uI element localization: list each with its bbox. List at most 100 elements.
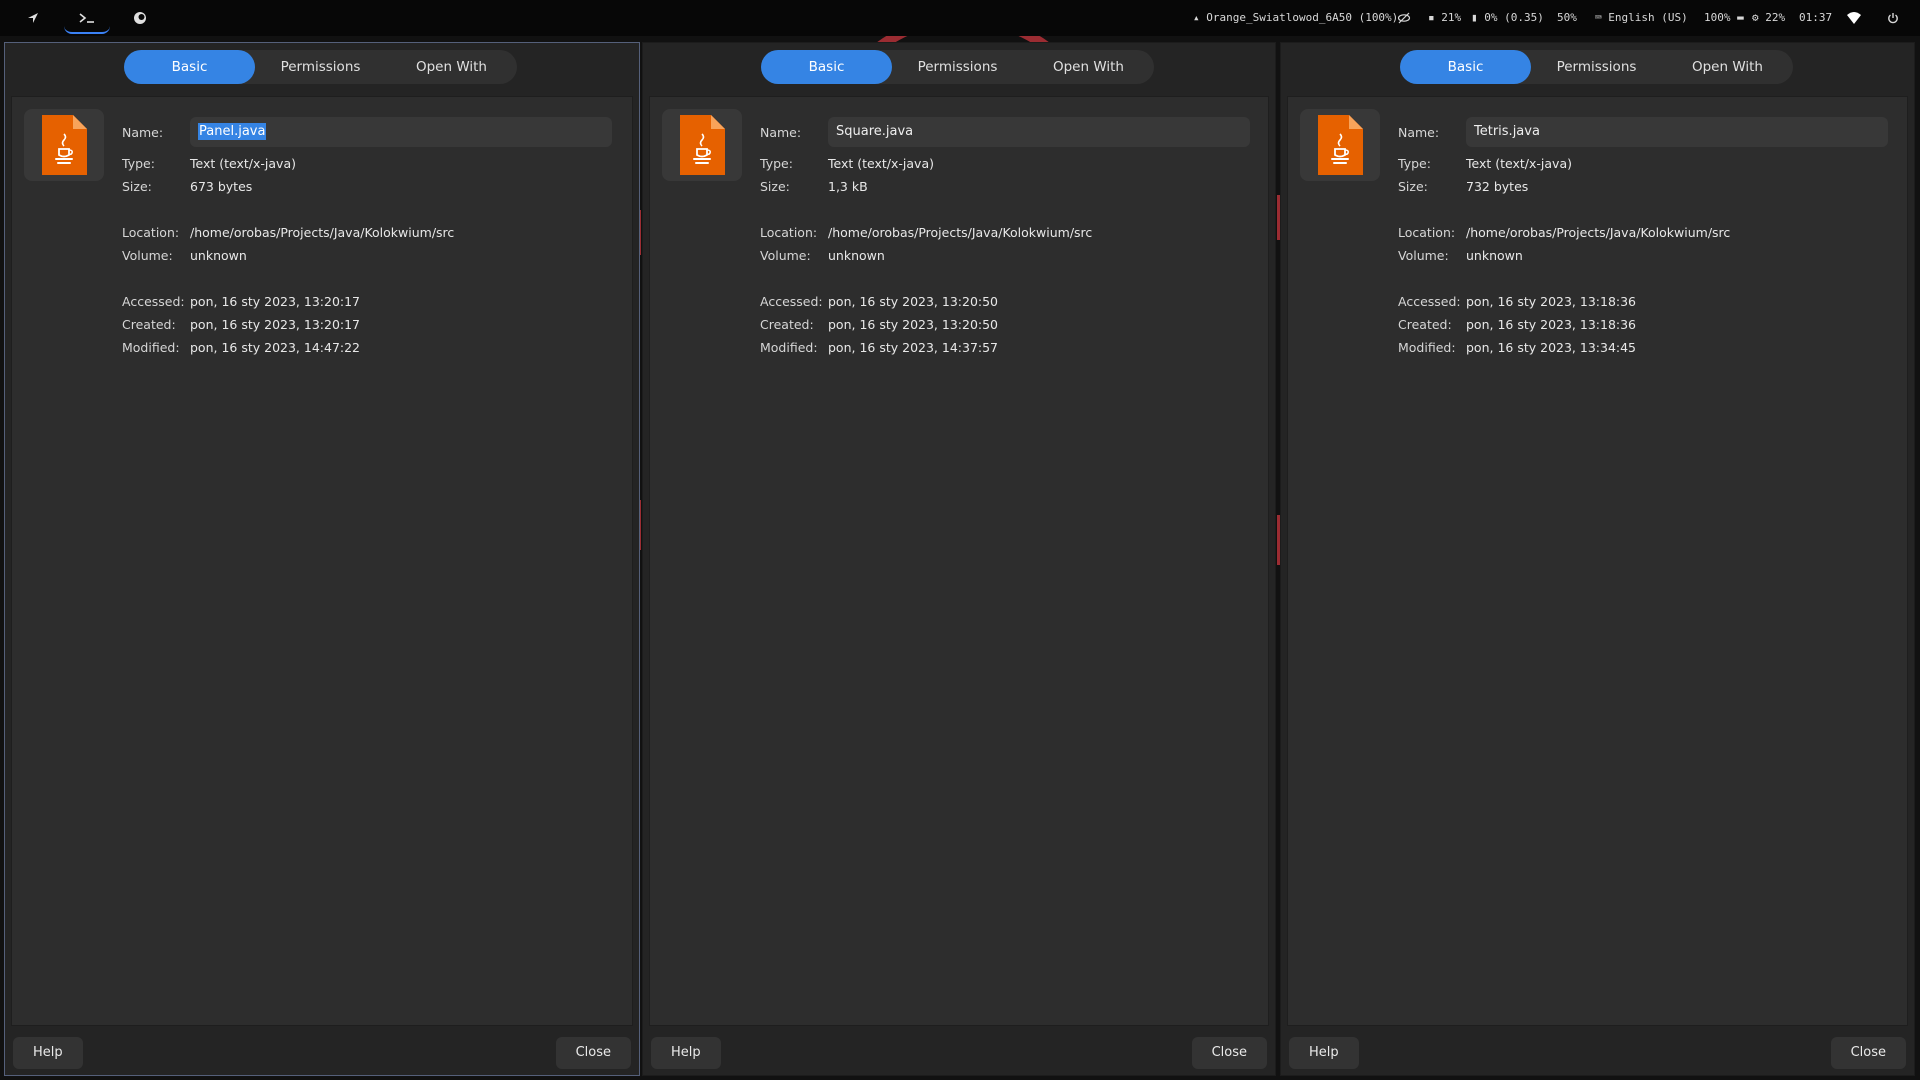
file-icon — [1300, 109, 1380, 181]
network-indicator[interactable]: ▴ Orange_Swiatlowod_6A50 (100%) — [1193, 0, 1398, 36]
accessed-label: Accessed: — [1398, 294, 1461, 309]
tab-basic[interactable]: Basic — [1400, 50, 1531, 84]
memory-indicator[interactable]: ▮ 0% (0.35) — [1471, 0, 1544, 36]
name-field[interactable]: Tetris.java — [1466, 117, 1888, 147]
modified-row: Modified: pon, 16 sty 2023, 14:47:22 — [122, 340, 360, 356]
power-icon — [1888, 13, 1898, 24]
location-value[interactable]: /home/orobas/Projects/Java/Kolokwium/src — [828, 225, 1092, 240]
size-value: 673 bytes — [190, 179, 253, 194]
volume-indicator[interactable]: 100% ▬ — [1704, 0, 1744, 36]
keyboard-layout-indicator[interactable]: ⌨ English (US) — [1595, 0, 1688, 36]
location-row: Location: /home/orobas/Projects/Java/Kolo… — [122, 225, 454, 241]
name-row: Name: — [122, 125, 190, 141]
volume-value: unknown — [1466, 248, 1523, 263]
volume-row: Volume: unknown — [122, 248, 247, 264]
tab-permissions[interactable]: Permissions — [1531, 50, 1662, 84]
location-label: Location: — [1398, 225, 1456, 240]
modified-row: Modified: pon, 16 sty 2023, 13:34:45 — [1398, 340, 1636, 356]
java-file-icon — [1318, 115, 1363, 175]
tab-bar: Basic Permissions Open With — [1400, 50, 1793, 84]
type-value: Text (text/x-java) — [1466, 156, 1572, 171]
file-icon — [24, 109, 104, 181]
tab-bar: Basic Permissions Open With — [124, 50, 517, 84]
size-row: Size: 1,3 kB — [760, 179, 868, 195]
clock[interactable]: 01:37 — [1799, 0, 1832, 36]
type-value: Text (text/x-java) — [190, 156, 296, 171]
help-button[interactable]: Help — [13, 1037, 83, 1069]
close-button[interactable]: Close — [1191, 1037, 1267, 1069]
file-icon — [662, 109, 742, 181]
volume-label: Volume: — [122, 248, 173, 263]
tab-open-with[interactable]: Open With — [386, 50, 517, 84]
size-label: Size: — [760, 179, 790, 194]
type-label: Type: — [122, 156, 155, 171]
accessed-value: pon, 16 sty 2023, 13:20:17 — [190, 294, 361, 309]
created-value: pon, 16 sty 2023, 13:18:36 — [1466, 317, 1637, 332]
tab-basic[interactable]: Basic — [124, 50, 255, 84]
tab-permissions[interactable]: Permissions — [255, 50, 386, 84]
tab-open-with[interactable]: Open With — [1662, 50, 1793, 84]
name-label: Name: — [1398, 125, 1440, 140]
memory-usage: 0% (0.35) — [1484, 11, 1544, 24]
browser-icon — [134, 12, 146, 24]
volume-row: Volume: unknown — [760, 248, 885, 264]
name-label: Name: — [122, 125, 164, 140]
close-button[interactable]: Close — [555, 1037, 631, 1069]
location-row: Location: /home/orobas/Projects/Java/Kolo… — [1398, 225, 1730, 241]
accessed-label: Accessed: — [122, 294, 185, 309]
properties-dialog-tetris: Basic Permissions Open With Name: Tetris… — [1280, 42, 1915, 1076]
wifi-indicator[interactable] — [1847, 0, 1861, 36]
location-value[interactable]: /home/orobas/Projects/Java/Kolokwium/src — [190, 225, 454, 240]
workspace-launcher[interactable] — [10, 4, 56, 32]
modified-label: Modified: — [1398, 340, 1456, 355]
volume-bar-icon: ▬ — [1737, 11, 1744, 24]
location-row: Location: /home/orobas/Projects/Java/Kolo… — [760, 225, 1092, 241]
created-label: Created: — [760, 317, 814, 332]
tab-open-with[interactable]: Open With — [1023, 50, 1154, 84]
wifi-icon — [1847, 12, 1861, 24]
type-value: Text (text/x-java) — [828, 156, 934, 171]
tab-permissions[interactable]: Permissions — [892, 50, 1023, 84]
terminal-icon — [79, 13, 94, 23]
close-button[interactable]: Close — [1830, 1037, 1906, 1069]
accessed-row: Accessed: pon, 16 sty 2023, 13:18:36 — [1398, 294, 1636, 310]
created-value: pon, 16 sty 2023, 13:20:50 — [828, 317, 999, 332]
java-file-icon — [42, 115, 87, 175]
workspace-browser[interactable] — [117, 4, 163, 32]
accessed-row: Accessed: pon, 16 sty 2023, 13:20:50 — [760, 294, 998, 310]
gear-icon: ⚙ — [1752, 11, 1759, 24]
help-button[interactable]: Help — [651, 1037, 721, 1069]
name-field[interactable]: Square.java — [828, 117, 1250, 147]
java-file-icon — [680, 115, 725, 175]
type-label: Type: — [1398, 156, 1431, 171]
location-value[interactable]: /home/orobas/Projects/Java/Kolokwium/src — [1466, 225, 1730, 240]
tab-bar: Basic Permissions Open With — [761, 50, 1154, 84]
type-row: Type: Text (text/x-java) — [122, 156, 296, 172]
power-button[interactable] — [1887, 0, 1899, 36]
help-button[interactable]: Help — [1289, 1037, 1359, 1069]
created-label: Created: — [1398, 317, 1452, 332]
brightness-indicator[interactable]: 50% — [1557, 0, 1577, 36]
created-row: Created: pon, 16 sty 2023, 13:18:36 — [1398, 317, 1636, 333]
name-row: Name: — [1398, 125, 1466, 141]
type-label: Type: — [760, 156, 793, 171]
basic-panel: Name: Tetris.java Type: Text (text/x-java… — [1287, 96, 1908, 1026]
created-value: pon, 16 sty 2023, 13:20:17 — [190, 317, 361, 332]
tab-basic[interactable]: Basic — [761, 50, 892, 84]
eye-off-icon — [1397, 12, 1411, 24]
volume-label: Volume: — [1398, 248, 1449, 263]
keyboard-layout: English (US) — [1608, 11, 1688, 24]
created-row: Created: pon, 16 sty 2023, 13:20:50 — [760, 317, 998, 333]
name-field[interactable]: Panel.java — [190, 117, 612, 147]
privacy-indicator[interactable] — [1397, 0, 1411, 36]
modified-value: pon, 16 sty 2023, 14:37:57 — [828, 340, 999, 355]
modified-value: pon, 16 sty 2023, 13:34:45 — [1466, 340, 1637, 355]
workspace-terminal[interactable] — [64, 4, 110, 34]
network-status: Orange_Swiatlowod_6A50 (100%) — [1206, 11, 1399, 24]
cpu-usage: 21% — [1441, 11, 1462, 24]
basic-panel: Name: Panel.java Type: Text (text/x-java)… — [11, 96, 633, 1026]
network-up-icon: ▴ — [1193, 11, 1200, 24]
volume-value: 100% — [1704, 11, 1731, 24]
cpu-indicator[interactable]: ▪ 21% — [1428, 0, 1461, 36]
temperature-indicator[interactable]: ⚙ 22% — [1752, 0, 1785, 36]
